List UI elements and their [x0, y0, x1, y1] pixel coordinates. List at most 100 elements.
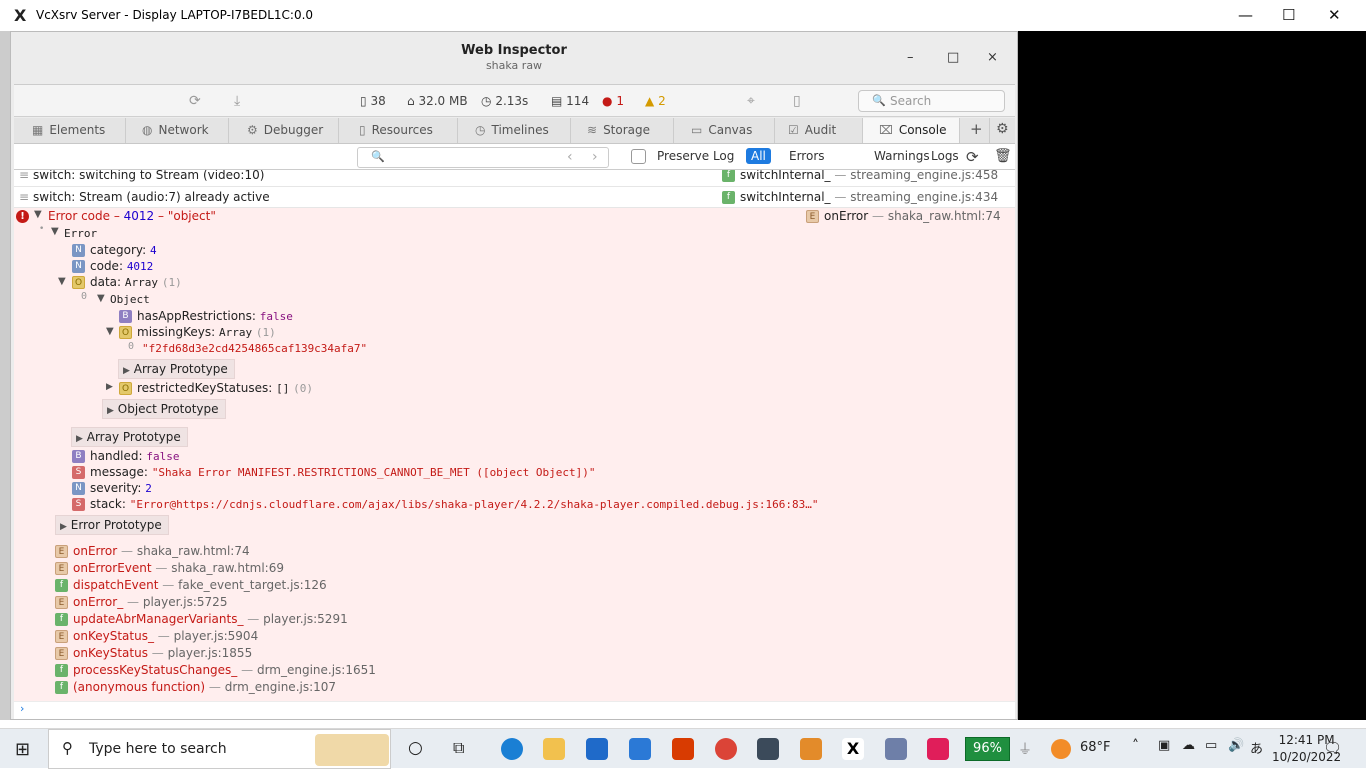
vcxsrv-icon[interactable]: X: [842, 738, 864, 760]
edge-icon[interactable]: [501, 738, 523, 760]
onedrive-icon[interactable]: ☁: [1182, 738, 1195, 753]
chevron-up-icon[interactable]: ˄: [1132, 738, 1139, 754]
app-icon[interactable]: [800, 738, 822, 760]
close-button[interactable]: ✕: [1328, 6, 1341, 24]
preserve-log-label[interactable]: Preserve Log: [652, 148, 739, 164]
cortana-icon[interactable]: ○: [408, 738, 423, 758]
download-icon[interactable]: ⤓: [234, 93, 240, 109]
stack-frame-source[interactable]: player.js:1855: [168, 646, 253, 660]
call-site-function[interactable]: onError: [824, 209, 868, 223]
stack-frame-function[interactable]: dispatchEvent: [73, 578, 158, 592]
stack-frame[interactable]: f (anonymous function) — drm_engine.js:10…: [55, 680, 336, 694]
battery-icon[interactable]: ▭: [1205, 738, 1217, 753]
settings-gear-icon[interactable]: ⚙: [990, 118, 1015, 143]
tab-resources[interactable]: ▯ Resources: [339, 118, 458, 143]
weather-temperature[interactable]: 68°F: [1080, 740, 1111, 755]
tab-storage[interactable]: ≋ Storage: [571, 118, 674, 143]
tab-audit[interactable]: ☑ Audit: [775, 118, 863, 143]
clear-console-icon[interactable]: 🗑: [994, 148, 1012, 164]
property-data[interactable]: Odata: Array (1): [72, 275, 182, 289]
stack-frame[interactable]: f dispatchEvent — fake_event_target.js:12…: [55, 578, 327, 592]
stack-frame-function[interactable]: onError: [73, 544, 117, 558]
stack-frame[interactable]: EonError_ — player.js:5725: [55, 595, 227, 609]
stack-frame[interactable]: EonKeyStatus — player.js:1855: [55, 646, 252, 660]
language-icon[interactable]: あ: [1250, 738, 1263, 757]
disclosure-triangle-icon[interactable]: ▼: [58, 276, 66, 287]
office-icon[interactable]: [672, 738, 694, 760]
stack-frame-source[interactable]: player.js:5291: [263, 612, 348, 626]
file-explorer-icon[interactable]: [543, 738, 565, 760]
stack-frame-source[interactable]: player.js:5904: [174, 629, 259, 643]
array-prototype-toggle[interactable]: ▶ Array Prototype: [71, 427, 188, 447]
error-prototype-toggle[interactable]: ▶ Error Prototype: [55, 515, 169, 535]
inspector-minimize-button[interactable]: –: [907, 50, 914, 65]
source-link[interactable]: shaka_raw.html:74: [888, 209, 1001, 223]
stack-frame-function[interactable]: onErrorEvent: [73, 561, 152, 575]
stack-frame[interactable]: f processKeyStatusChanges_ — drm_engine.j…: [55, 663, 376, 677]
call-site-function[interactable]: switchInternal_: [740, 190, 831, 204]
documents-count[interactable]: ▯ 38: [360, 94, 386, 108]
stack-frame-function[interactable]: (anonymous function): [73, 680, 205, 694]
stack-frame-source[interactable]: shaka_raw.html:74: [137, 544, 250, 558]
tab-canvas[interactable]: ▭ Canvas: [674, 118, 775, 143]
stack-frame-function[interactable]: onKeyStatus: [73, 646, 148, 660]
disclosure-triangle-icon[interactable]: ▼: [51, 226, 59, 237]
chevron-left-icon[interactable]: ‹: [567, 149, 573, 165]
notifications-icon[interactable]: 🗨: [1323, 739, 1342, 757]
tab-debugger[interactable]: ⚙ Debugger: [229, 118, 339, 143]
load-time[interactable]: ◷ 2.13s: [481, 94, 528, 108]
remote-desktop-icon[interactable]: [885, 738, 907, 760]
object-prototype-toggle[interactable]: ▶ Object Prototype: [102, 399, 226, 419]
stack-frame-function[interactable]: processKeyStatusChanges_: [73, 663, 237, 677]
tab-network[interactable]: ◍ Network: [126, 118, 229, 143]
stack-frame-function[interactable]: onKeyStatus_: [73, 629, 154, 643]
start-windows-icon[interactable]: ⊞: [15, 739, 30, 760]
store-icon[interactable]: [586, 738, 608, 760]
chrome-icon[interactable]: [715, 738, 737, 760]
memory-usage[interactable]: ⌂ 32.0 MB: [407, 94, 468, 108]
tab-timelines[interactable]: ◷ Timelines: [458, 118, 571, 143]
volume-icon[interactable]: 🔊: [1228, 738, 1244, 753]
mail-icon[interactable]: [629, 738, 651, 760]
error-summary[interactable]: Error code – 4012 – "object": [48, 209, 216, 223]
property-restricted-key-statuses[interactable]: OrestrictedKeyStatuses: [] (0): [119, 381, 313, 395]
log-count[interactable]: ▤ 114: [551, 94, 589, 108]
warning-count[interactable]: ▲ 2: [645, 94, 666, 108]
crosshair-icon[interactable]: ⌖: [747, 93, 755, 109]
slack-icon[interactable]: [927, 738, 949, 760]
disclosure-triangle-icon[interactable]: ▼: [34, 209, 42, 220]
stack-frame[interactable]: EonError — shaka_raw.html:74: [55, 544, 250, 558]
meet-now-icon[interactable]: ▣: [1158, 738, 1170, 753]
console-prompt[interactable]: ›: [14, 702, 1015, 719]
stack-frame-source[interactable]: player.js:5725: [143, 595, 228, 609]
source-link[interactable]: streaming_engine.js:458: [850, 170, 998, 182]
error-count[interactable]: ● 1: [602, 94, 624, 108]
disclosure-triangle-icon[interactable]: ▼: [106, 326, 114, 337]
disclosure-triangle-icon[interactable]: ▶: [106, 382, 113, 392]
stack-frame-source[interactable]: drm_engine.js:107: [225, 680, 336, 694]
stack-frame-source[interactable]: drm_engine.js:1651: [257, 663, 376, 677]
task-view-icon[interactable]: ⧉: [453, 738, 464, 758]
filter-errors-button[interactable]: Errors: [784, 148, 830, 164]
filter-warnings-button[interactable]: Warnings: [869, 148, 935, 164]
stack-frame-source[interactable]: fake_event_target.js:126: [178, 578, 327, 592]
filter-logs-button[interactable]: Logs: [926, 148, 964, 164]
inspector-close-button[interactable]: ×: [987, 50, 998, 65]
stack-frame[interactable]: EonErrorEvent — shaka_raw.html:69: [55, 561, 284, 575]
inspector-search-input[interactable]: 🔍 Search: [858, 90, 1005, 112]
inspector-maximize-button[interactable]: □: [947, 50, 959, 65]
stack-frame-source[interactable]: shaka_raw.html:69: [171, 561, 284, 575]
call-site-function[interactable]: switchInternal_: [740, 170, 831, 182]
preserve-log-checkbox[interactable]: [631, 149, 646, 164]
taskbar-search-box[interactable]: ⚲ Type here to search: [48, 729, 391, 769]
chevron-right-icon[interactable]: ›: [592, 149, 598, 165]
disclosure-triangle-icon[interactable]: ▼: [97, 293, 105, 304]
stack-frame[interactable]: EonKeyStatus_ — player.js:5904: [55, 629, 258, 643]
device-icon[interactable]: ▯: [793, 93, 801, 109]
tab-console[interactable]: ⌧ Console: [863, 118, 960, 143]
stack-frame-function[interactable]: onError_: [73, 595, 123, 609]
property-missing-keys[interactable]: OmissingKeys: Array (1): [119, 325, 276, 339]
tab-elements[interactable]: ▦ Elements: [14, 118, 126, 143]
reload-icon[interactable]: ⟳: [189, 93, 201, 109]
minimize-button[interactable]: —: [1238, 6, 1253, 24]
